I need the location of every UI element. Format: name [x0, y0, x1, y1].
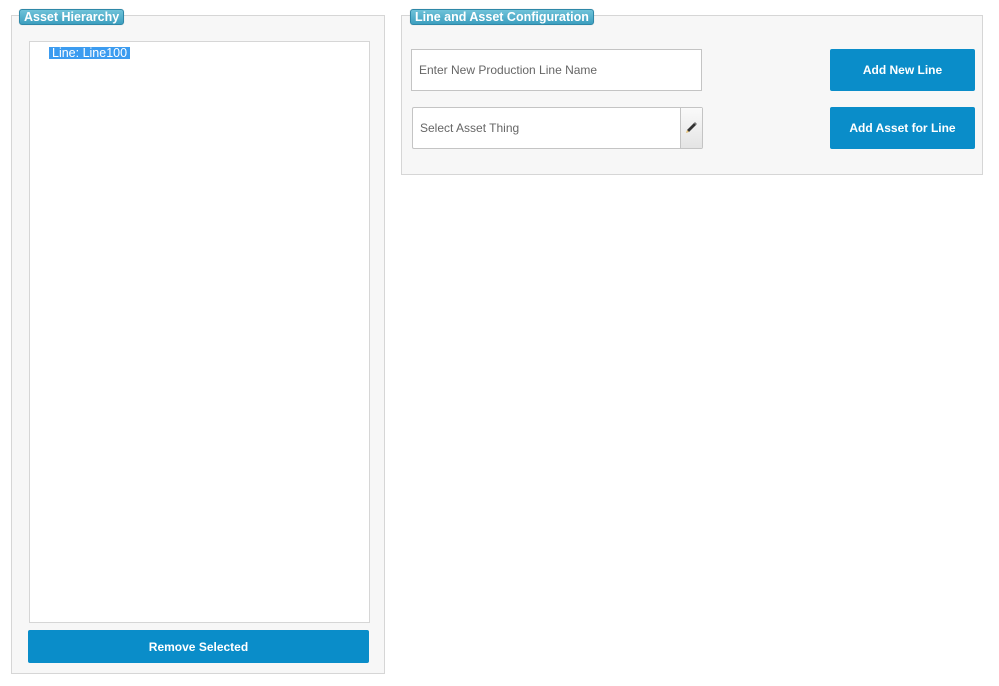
asset-hierarchy-panel: Line: Line100 Remove Selected — [11, 15, 385, 674]
tree-item-line100[interactable]: Line: Line100 — [49, 47, 131, 59]
configuration-panel: Add New Line Select Asset Thing Add Asse… — [401, 15, 983, 175]
asset-thing-picker[interactable]: Select Asset Thing — [412, 107, 703, 149]
asset-thing-picker-placeholder: Select Asset Thing — [420, 121, 520, 135]
configuration-title: Line and Asset Configuration — [410, 9, 594, 25]
asset-hierarchy-title: Asset Hierarchy — [19, 9, 125, 25]
add-asset-for-line-button[interactable]: Add Asset for Line — [830, 107, 975, 149]
asset-tree[interactable]: Line: Line100 — [29, 41, 370, 623]
add-new-line-button[interactable]: Add New Line — [830, 49, 975, 91]
pencil-icon — [686, 122, 697, 133]
remove-selected-button[interactable]: Remove Selected — [28, 630, 369, 663]
production-line-name-input[interactable] — [411, 49, 702, 91]
asset-picker-button[interactable] — [680, 108, 702, 148]
